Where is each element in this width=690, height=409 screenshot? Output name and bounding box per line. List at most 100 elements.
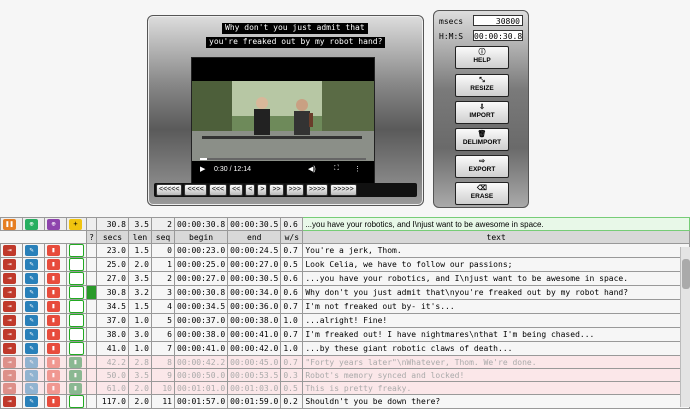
header-ws[interactable]: w/s <box>280 230 304 244</box>
cell-ws[interactable]: 0.2 <box>280 394 304 409</box>
seek-button-6[interactable]: >> <box>269 184 284 196</box>
current-begin[interactable]: 00:00:30.8 <box>173 217 229 231</box>
cell-seq[interactable]: 5 <box>151 313 175 328</box>
login-button[interactable]: ⇥ <box>0 394 23 409</box>
cell-text[interactable]: ...alright! Fine! <box>302 313 690 328</box>
cell-text[interactable]: Why don't you just admit that\nyou're fr… <box>302 285 690 300</box>
cell-end[interactable]: 00:00:42.0 <box>227 341 282 356</box>
cell-seq[interactable]: 6 <box>151 327 175 342</box>
cell-ws[interactable]: 0.6 <box>280 285 304 300</box>
cell-seq[interactable]: 7 <box>151 341 175 356</box>
header-len[interactable]: len <box>128 230 152 244</box>
table-row[interactable]: ⇥ ✎ ▮ 25.0 2.0 1 00:00:25.0 00:00:27.0 0.5 Look C… <box>0 257 690 272</box>
table-row[interactable]: ⇥ ✎ ▮ ▮ 61.0 2.0 10 00:01:01.0 00:01:03.0 0.5 This… <box>0 381 690 395</box>
cell-len[interactable]: 2.8 <box>128 355 152 369</box>
login-button[interactable]: ⇥ <box>0 355 23 369</box>
delete-button[interactable]: ▮ <box>44 285 67 300</box>
fullscreen-icon[interactable]: ⛶ <box>334 165 339 173</box>
seek-button-1[interactable]: <<<< <box>184 184 207 196</box>
current-secs[interactable]: 30.8 <box>96 217 129 231</box>
table-row[interactable]: ⇥ ✎ ▮ 34.5 1.5 4 00:00:34.5 00:00:36.0 0.7 I'm no… <box>0 299 690 314</box>
cell-begin[interactable]: 00:00:27.0 <box>173 271 229 286</box>
pause-button[interactable]: ❚❚ <box>0 217 23 231</box>
checkbox-cell[interactable] <box>66 327 87 342</box>
cell-text[interactable]: You're a jerk, Thom. <box>302 243 690 258</box>
cell-begin[interactable]: 00:01:01.0 <box>173 381 229 395</box>
help-button[interactable]: ⓘ HELP <box>455 46 509 69</box>
login-button[interactable]: ⇥ <box>0 327 23 342</box>
cell-seq[interactable]: 0 <box>151 243 175 258</box>
cell-text[interactable]: This is pretty freaky. <box>302 381 690 395</box>
play-icon[interactable]: ▶ <box>200 165 205 173</box>
checkbox-cell[interactable]: ▮ <box>66 368 87 382</box>
seek-button-9[interactable]: >>>>> <box>330 184 357 196</box>
current-len[interactable]: 3.5 <box>128 217 152 231</box>
header-end[interactable]: end <box>227 230 282 244</box>
add-purple-button[interactable]: ⊕ <box>44 217 67 231</box>
seek-button-3[interactable]: << <box>229 184 244 196</box>
seek-button-5[interactable]: > <box>257 184 268 196</box>
cell-end[interactable]: 00:00:36.0 <box>227 299 282 314</box>
cell-ws[interactable]: 0.6 <box>280 271 304 286</box>
table-row[interactable]: ⇥ ✎ ▮ ▮ 42.2 2.8 8 00:00:42.2 00:00:45.0 0.7 "Fort… <box>0 355 690 369</box>
erase-button[interactable]: ⌫ ERASE <box>455 182 509 205</box>
cell-text[interactable]: "Forty years later"\nWhatever, Thom. We'… <box>302 355 690 369</box>
cell-ws[interactable]: 0.5 <box>280 381 304 395</box>
msecs-field[interactable]: 30800 <box>473 15 523 26</box>
cell-end[interactable]: 00:00:24.5 <box>227 243 282 258</box>
cell-seq[interactable]: 3 <box>151 285 175 300</box>
cell-end[interactable]: 00:00:34.0 <box>227 285 282 300</box>
cell-text[interactable]: I'm not freaked out by- it's... <box>302 299 690 314</box>
cell-begin[interactable]: 00:00:34.5 <box>173 299 229 314</box>
cell-text[interactable]: I'm freaked out! I have nightmares\nthat… <box>302 327 690 342</box>
cell-secs[interactable]: 25.0 <box>96 257 129 272</box>
cell-len[interactable]: 2.0 <box>128 257 152 272</box>
progress-bar[interactable] <box>200 158 366 160</box>
table-row[interactable]: ⇥ ✎ ▮ 41.0 1.0 7 00:00:41.0 00:00:42.0 1.0 ...by … <box>0 341 690 356</box>
cell-len[interactable]: 2.0 <box>128 394 152 409</box>
cell-begin[interactable]: 00:00:25.0 <box>173 257 229 272</box>
cell-begin[interactable]: 00:00:42.2 <box>173 355 229 369</box>
cell-len[interactable]: 1.0 <box>128 341 152 356</box>
cell-end[interactable]: 00:00:38.0 <box>227 313 282 328</box>
cell-seq[interactable]: 2 <box>151 271 175 286</box>
delete-button[interactable]: ▮ <box>44 355 67 369</box>
delete-button[interactable]: ▮ <box>44 271 67 286</box>
edit-button[interactable]: ✎ <box>22 381 45 395</box>
cell-len[interactable]: 2.0 <box>128 381 152 395</box>
delete-button[interactable]: ▮ <box>44 243 67 258</box>
cell-len[interactable]: 3.5 <box>128 368 152 382</box>
cell-len[interactable]: 3.2 <box>128 285 152 300</box>
login-button[interactable]: ⇥ <box>0 271 23 286</box>
cell-ws[interactable]: 0.3 <box>280 368 304 382</box>
table-row[interactable]: ⇥ ✎ ▮ 37.0 1.0 5 00:00:37.0 00:00:38.0 1.0 ...alr… <box>0 313 690 328</box>
cell-secs[interactable]: 23.0 <box>96 243 129 258</box>
cell-secs[interactable]: 41.0 <box>96 341 129 356</box>
cell-secs[interactable]: 42.2 <box>96 355 129 369</box>
checkbox-cell[interactable] <box>66 299 87 314</box>
cell-begin[interactable]: 00:00:41.0 <box>173 341 229 356</box>
resize-button[interactable]: ⤡ RESIZE <box>455 74 509 97</box>
cell-begin[interactable]: 00:00:50.0 <box>173 368 229 382</box>
current-end[interactable]: 00:00:30.5 <box>227 217 282 231</box>
cell-secs[interactable]: 117.0 <box>96 394 129 409</box>
checkbox-cell[interactable]: ▮ <box>66 355 87 369</box>
cell-ws[interactable]: 0.7 <box>280 355 304 369</box>
cell-begin[interactable]: 00:00:30.8 <box>173 285 229 300</box>
cell-ws[interactable]: 1.0 <box>280 341 304 356</box>
seek-button-2[interactable]: <<< <box>208 184 228 196</box>
cell-secs[interactable]: 30.8 <box>96 285 129 300</box>
cell-secs[interactable]: 50.0 <box>96 368 129 382</box>
login-button[interactable]: ⇥ <box>0 341 23 356</box>
checkbox-cell[interactable] <box>66 394 87 409</box>
edit-button[interactable]: ✎ <box>22 299 45 314</box>
cell-seq[interactable]: 10 <box>151 381 175 395</box>
volume-icon[interactable]: ◀) <box>308 165 316 173</box>
table-row[interactable]: ⇥ ✎ ▮ 38.0 3.0 6 00:00:38.0 00:00:41.0 0.7 I'm fr… <box>0 327 690 342</box>
cell-len[interactable]: 1.0 <box>128 313 152 328</box>
cell-text[interactable]: Robot's memory synced and locked! <box>302 368 690 382</box>
seek-button-7[interactable]: >>> <box>285 184 304 196</box>
seek-button-0[interactable]: <<<<< <box>156 184 183 196</box>
hms-field[interactable]: 00:00:30.8 <box>473 30 523 41</box>
delete-button[interactable]: ▮ <box>44 341 67 356</box>
